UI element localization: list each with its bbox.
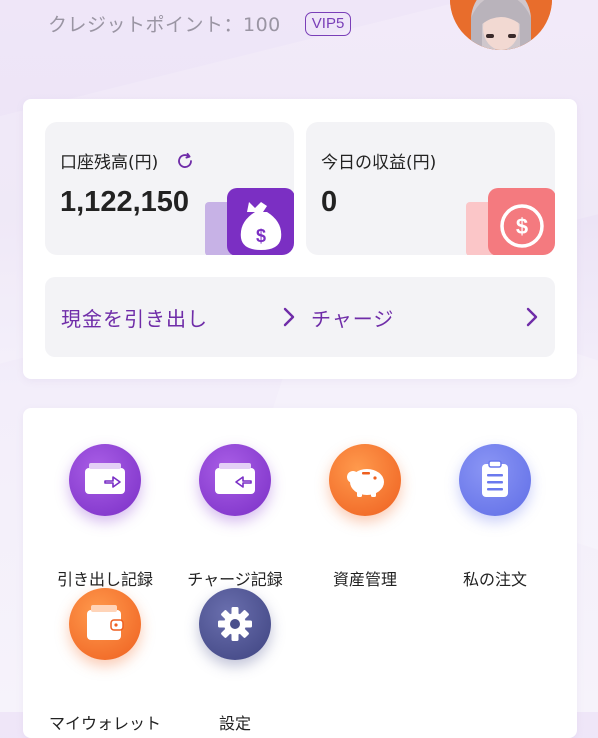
- menu-item-asset-management[interactable]: 資産管理: [300, 444, 430, 589]
- income-box: 今日の収益(円) 0 $: [306, 122, 555, 255]
- balance-box: 口座残高(円) 1,122,150 $: [45, 122, 294, 255]
- coin-icon: $: [466, 188, 555, 255]
- charge-button[interactable]: チャージ: [311, 277, 539, 357]
- clipboard-icon: [459, 444, 531, 516]
- menu-item-withdraw-history[interactable]: 引き出し記録: [40, 444, 170, 589]
- piggy-bank-icon: [329, 444, 401, 516]
- menu-label: 資産管理: [332, 570, 397, 589]
- menu-label: マイウォレット: [48, 714, 161, 733]
- menu-item-charge-history[interactable]: チャージ記録: [170, 444, 300, 589]
- gear-icon: [199, 588, 271, 660]
- withdraw-label: 現金を引き出し: [61, 306, 208, 331]
- action-row: 現金を引き出し チャージ: [45, 277, 555, 357]
- menu-label: チャージ記録: [187, 570, 283, 589]
- menu-item-my-orders[interactable]: 私の注文: [430, 444, 560, 589]
- refresh-icon[interactable]: [176, 152, 194, 170]
- money-bag-icon: $: [205, 188, 294, 255]
- withdraw-button[interactable]: 現金を引き出し: [61, 277, 296, 357]
- charge-label: チャージ: [311, 306, 395, 331]
- credit-points-text: クレジットポイント：100: [48, 14, 281, 36]
- income-label: 今日の収益(円): [321, 153, 437, 173]
- svg-text:$: $: [516, 214, 528, 239]
- chevron-right-icon: [283, 307, 295, 327]
- chevron-right-icon: [526, 307, 538, 327]
- wallet-in-icon: [199, 444, 271, 516]
- income-value: 0: [321, 186, 338, 218]
- menu-item-my-wallet[interactable]: マイウォレット: [40, 588, 170, 733]
- balance-label: 口座残高(円): [60, 153, 159, 173]
- menu-item-settings[interactable]: 設定: [170, 588, 300, 733]
- vip-badge: VIP5: [304, 11, 352, 36]
- menu-label: 私の注文: [462, 570, 527, 589]
- wallet-out-icon: [69, 444, 141, 516]
- balance-value: 1,122,150: [60, 186, 190, 218]
- wallet-icon: [69, 588, 141, 660]
- credit-row: クレジットポイント：100 VIP5: [48, 10, 352, 37]
- balance-label-row: 口座残高(円): [60, 148, 194, 173]
- menu-card: 引き出し記録 チャージ記録 資産管理 私の注文 マイウォレット 設定: [23, 408, 577, 738]
- account-card: 口座残高(円) 1,122,150 $ 今日の収益(円) 0 $ 現金を引き出し…: [23, 99, 577, 379]
- svg-text:$: $: [256, 226, 266, 246]
- menu-label: 設定: [218, 714, 251, 733]
- menu-label: 引き出し記録: [56, 570, 153, 589]
